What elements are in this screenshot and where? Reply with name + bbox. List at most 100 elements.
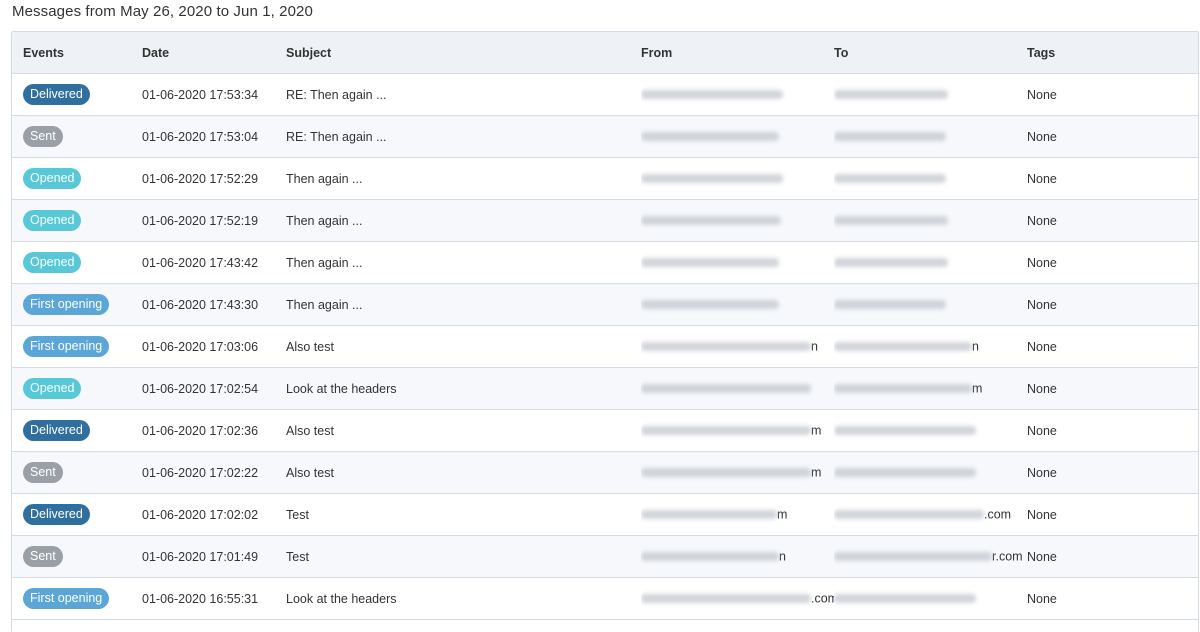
- to-cell: [834, 451, 1027, 494]
- date-cell: 01-06-2020 17:01:49: [142, 535, 286, 578]
- from-cell: [641, 241, 834, 284]
- tags-cell: None: [1027, 577, 1198, 620]
- subject-cell[interactable]: Also test: [286, 409, 641, 452]
- messages-table-container: Events Date Subject From To Tags Deliver…: [11, 31, 1199, 632]
- from-cell: [641, 367, 834, 410]
- table-row[interactable]: Opened 01-06-2020 17:52:29 Then again ... N…: [12, 157, 1198, 200]
- column-header-from[interactable]: From: [641, 32, 834, 74]
- table-row[interactable]: First opening 01-06-2020 17:43:30 Then aga…: [12, 283, 1198, 326]
- table-header-row: Events Date Subject From To Tags: [12, 32, 1198, 74]
- subject-cell[interactable]: RE: Then again ...: [286, 73, 641, 116]
- messages-table: Events Date Subject From To Tags Deliver…: [12, 32, 1198, 620]
- event-cell: Sent: [12, 535, 142, 578]
- event-status-badge: Delivered: [23, 504, 90, 525]
- event-cell: Opened: [12, 199, 142, 242]
- event-status-badge: Sent: [23, 126, 63, 147]
- subject-cell[interactable]: Then again ...: [286, 157, 641, 200]
- redacted-recipient-email: [834, 552, 992, 562]
- date-cell: 01-06-2020 17:43:42: [142, 241, 286, 284]
- tags-cell: None: [1027, 451, 1198, 494]
- table-row[interactable]: Opened 01-06-2020 17:43:42 Then again ... N…: [12, 241, 1198, 284]
- redacted-sender-email: [641, 174, 783, 184]
- redacted-sender-email: [641, 258, 779, 268]
- to-cell: [834, 283, 1027, 326]
- subject-cell[interactable]: Also test: [286, 325, 641, 368]
- to-cell: [834, 157, 1027, 200]
- table-row[interactable]: Delivered 01-06-2020 17:02:02 Test m .com Non…: [12, 493, 1198, 536]
- tags-cell: None: [1027, 157, 1198, 200]
- date-cell: 01-06-2020 17:02:22: [142, 451, 286, 494]
- event-status-badge: First opening: [23, 336, 110, 357]
- redacted-sender-email: [641, 300, 779, 310]
- column-header-events[interactable]: Events: [12, 32, 142, 74]
- redacted-recipient-email: [834, 510, 984, 520]
- redacted-sender-email: [641, 216, 781, 226]
- redacted-sender-email: [641, 342, 811, 352]
- from-cell: n: [641, 325, 834, 368]
- tags-cell: None: [1027, 241, 1198, 284]
- column-header-tags[interactable]: Tags: [1027, 32, 1198, 74]
- sender-email-visible-suffix: m: [811, 423, 822, 438]
- event-status-badge: Opened: [23, 210, 82, 231]
- date-cell: 01-06-2020 17:52:29: [142, 157, 286, 200]
- from-cell: .com: [641, 577, 834, 620]
- event-status-badge: Delivered: [23, 84, 90, 105]
- to-cell: n: [834, 325, 1027, 368]
- table-row[interactable]: First opening 01-06-2020 16:55:31 Look at …: [12, 577, 1198, 620]
- from-cell: m: [641, 409, 834, 452]
- event-status-badge: Sent: [23, 546, 63, 567]
- subject-cell[interactable]: Also test: [286, 451, 641, 494]
- column-header-date[interactable]: Date: [142, 32, 286, 74]
- date-cell: 01-06-2020 17:43:30: [142, 283, 286, 326]
- subject-cell[interactable]: Look at the headers: [286, 367, 641, 410]
- tags-cell: None: [1027, 115, 1198, 158]
- date-cell: 01-06-2020 17:02:36: [142, 409, 286, 452]
- subject-cell[interactable]: Look at the headers: [286, 577, 641, 620]
- page-title: Messages from May 26, 2020 to Jun 1, 202…: [12, 3, 313, 20]
- from-cell: [641, 157, 834, 200]
- column-header-subject[interactable]: Subject: [286, 32, 641, 74]
- subject-cell[interactable]: Then again ...: [286, 199, 641, 242]
- column-header-to[interactable]: To: [834, 32, 1027, 74]
- table-row[interactable]: Sent 01-06-2020 17:53:04 RE: Then again ..…: [12, 115, 1198, 158]
- table-row[interactable]: Delivered 01-06-2020 17:02:36 Also test m No…: [12, 409, 1198, 452]
- event-status-badge: First opening: [23, 588, 110, 609]
- table-row[interactable]: Sent 01-06-2020 17:01:49 Test n r.com None: [12, 535, 1198, 578]
- subject-cell[interactable]: RE: Then again ...: [286, 115, 641, 158]
- recipient-email-visible-suffix: m: [972, 381, 983, 396]
- table-row[interactable]: Opened 01-06-2020 17:52:19 Then again ... N…: [12, 199, 1198, 242]
- redacted-sender-email: [641, 384, 811, 394]
- subject-cell[interactable]: Then again ...: [286, 283, 641, 326]
- table-row[interactable]: Delivered 01-06-2020 17:53:34 RE: Then aga…: [12, 73, 1198, 116]
- recipient-email-visible-suffix: n: [972, 339, 979, 354]
- redacted-sender-email: [641, 132, 779, 142]
- table-row[interactable]: Opened 01-06-2020 17:02:54 Look at the hea…: [12, 367, 1198, 410]
- event-cell: Opened: [12, 367, 142, 410]
- to-cell: [834, 115, 1027, 158]
- event-status-badge: Opened: [23, 168, 82, 189]
- table-row[interactable]: First opening 01-06-2020 17:03:06 Also tes…: [12, 325, 1198, 368]
- redacted-sender-email: [641, 468, 811, 478]
- subject-cell[interactable]: Then again ...: [286, 241, 641, 284]
- event-status-badge: Opened: [23, 378, 82, 399]
- to-cell: [834, 241, 1027, 284]
- date-cell: 01-06-2020 17:52:19: [142, 199, 286, 242]
- subject-cell[interactable]: Test: [286, 493, 641, 536]
- table-row[interactable]: Sent 01-06-2020 17:02:22 Also test m None: [12, 451, 1198, 494]
- tags-cell: None: [1027, 325, 1198, 368]
- from-cell: [641, 115, 834, 158]
- redacted-recipient-email: [834, 468, 976, 478]
- redacted-recipient-email: [834, 384, 972, 394]
- sender-email-visible-suffix: n: [811, 339, 818, 354]
- event-status-badge: Sent: [23, 462, 63, 483]
- to-cell: m: [834, 367, 1027, 410]
- tags-cell: None: [1027, 493, 1198, 536]
- subject-cell[interactable]: Test: [286, 535, 641, 578]
- tags-cell: None: [1027, 199, 1198, 242]
- from-cell: m: [641, 451, 834, 494]
- event-status-badge: Opened: [23, 252, 82, 273]
- to-cell: [834, 73, 1027, 116]
- to-cell: [834, 577, 1027, 620]
- event-status-badge: Delivered: [23, 420, 90, 441]
- redacted-sender-email: [641, 426, 811, 436]
